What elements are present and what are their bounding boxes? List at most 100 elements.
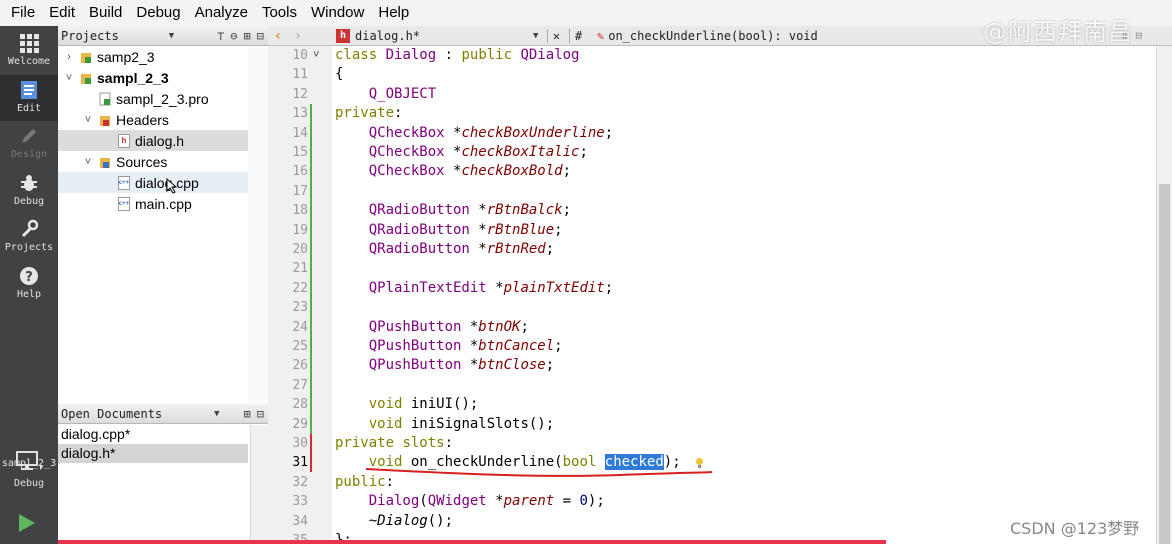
- code-line[interactable]: QCheckBox *checkBoxBold;: [335, 162, 571, 181]
- tree-item[interactable]: c++dialog.cpp: [58, 172, 268, 193]
- line-number: 16: [292, 164, 308, 180]
- code-line[interactable]: private slots:: [335, 434, 453, 453]
- mode-edit[interactable]: Edit: [0, 74, 58, 121]
- close-document-icon[interactable]: ✕: [547, 28, 565, 43]
- change-marker-current: [310, 434, 312, 472]
- back-arrow-icon[interactable]: ‹: [268, 28, 288, 44]
- open-documents-scrollbar[interactable]: [250, 425, 268, 544]
- kit-build-label: Debug: [13, 478, 45, 489]
- help-icon: ?: [19, 265, 39, 287]
- line-number: 27: [292, 377, 308, 393]
- tree-item[interactable]: ˅ Sources: [58, 151, 268, 172]
- symbol-selector[interactable]: on_checkUnderline(bool): void: [608, 29, 818, 43]
- code-line[interactable]: QRadioButton *rBtnBlue;: [335, 221, 563, 240]
- header-file-icon: h: [118, 133, 130, 148]
- line-number: 28: [292, 397, 308, 413]
- mode-debug[interactable]: Debug: [0, 168, 58, 214]
- close-panel-icon[interactable]: ⊟: [257, 407, 264, 421]
- code-line[interactable]: QRadioButton *rBtnBalck;: [335, 201, 571, 220]
- code-line[interactable]: {: [335, 65, 343, 84]
- red-underline-annotation: [365, 468, 713, 477]
- expand-arrow-icon[interactable]: ˅: [62, 72, 76, 84]
- projects-panel-header: Projects ▼ ⊤ ⊖ ⊞ ⊟: [58, 26, 268, 46]
- mode-welcome[interactable]: Welcome: [0, 28, 58, 74]
- open-documents-list: dialog.cpp* dialog.h*: [58, 425, 268, 544]
- line-number: 15: [292, 145, 308, 160]
- menu-file[interactable]: File: [4, 0, 42, 26]
- wrench-icon: [19, 218, 39, 240]
- document-icon: [19, 79, 39, 101]
- tree-item[interactable]: sampl_2_3.pro: [58, 88, 268, 109]
- forward-arrow-icon[interactable]: ›: [288, 28, 308, 44]
- mode-label: Help: [16, 288, 42, 300]
- code-line[interactable]: void iniSignalSlots();: [335, 415, 554, 434]
- tree-item[interactable]: c++ main.cpp: [58, 193, 268, 214]
- code-line[interactable]: QPushButton *btnClose;: [335, 356, 554, 375]
- mode-label: Edit: [16, 102, 42, 114]
- menu-tools[interactable]: Tools: [255, 0, 304, 26]
- line-number: 34: [292, 513, 308, 529]
- line-number: 21: [292, 261, 308, 277]
- code-line[interactable]: QRadioButton *rBtnRed;: [335, 240, 554, 259]
- code-line[interactable]: void iniUI();: [335, 395, 479, 414]
- tree-item-label: samp2_3: [97, 48, 155, 65]
- menu-help[interactable]: Help: [371, 0, 416, 26]
- file-tab[interactable]: dialog.h*: [355, 29, 533, 43]
- expand-arrow-icon[interactable]: ˅: [81, 114, 95, 126]
- mode-bar: sampl_2_3 Debug Welcome Edit Design Debu…: [0, 26, 58, 544]
- code-line[interactable]: Dialog(QWidget *parent = 0);: [335, 492, 605, 511]
- menu-debug[interactable]: Debug: [129, 0, 187, 26]
- code-line[interactable]: private:: [335, 104, 402, 123]
- line-number: 12: [292, 86, 308, 102]
- open-documents-title[interactable]: Open Documents: [61, 407, 162, 421]
- menu-window[interactable]: Window: [304, 0, 371, 26]
- code-line[interactable]: QCheckBox *checkBoxUnderline;: [335, 124, 613, 143]
- code-line[interactable]: QPlainTextEdit *plainTxtEdit;: [335, 279, 613, 298]
- split-icon[interactable]: ⊞: [244, 407, 251, 421]
- folder-icon: [99, 113, 111, 127]
- menu-edit[interactable]: Edit: [42, 0, 82, 26]
- dropdown-arrow-icon[interactable]: ▼: [169, 31, 174, 41]
- monitor-icon[interactable]: [15, 450, 43, 472]
- mode-projects[interactable]: Projects: [0, 214, 58, 260]
- tree-scroll-area: [248, 46, 268, 404]
- watermark-top: @阿西拜南昌: [983, 18, 1133, 46]
- line-number: 18: [292, 203, 308, 219]
- editor-scroll-thumb[interactable]: [1159, 184, 1170, 544]
- mode-label: Debug: [13, 195, 45, 207]
- open-document-item[interactable]: dialog.cpp*: [58, 425, 248, 444]
- bug-icon: [19, 172, 39, 194]
- tree-item[interactable]: ˅ Headers: [58, 109, 268, 130]
- line-number: 33: [292, 494, 308, 510]
- tree-item[interactable]: ˅ sampl_2_3: [58, 67, 268, 88]
- tree-item[interactable]: › samp2_3: [58, 46, 268, 67]
- editor-scrollbar[interactable]: [1156, 46, 1172, 544]
- code-line[interactable]: Q_OBJECT: [335, 85, 436, 104]
- hash-label: #: [569, 28, 587, 43]
- menu-build[interactable]: Build: [82, 0, 129, 26]
- close-panel-icon[interactable]: ⊟: [257, 29, 264, 43]
- dropdown-arrow-icon[interactable]: ▼: [214, 409, 219, 419]
- code-line[interactable]: QPushButton *btnOK;: [335, 318, 529, 337]
- mode-design[interactable]: Design: [0, 121, 58, 167]
- expand-arrow-icon[interactable]: ˅: [81, 156, 95, 168]
- projects-panel-title[interactable]: Projects: [61, 29, 119, 43]
- filter-icon[interactable]: ⊤: [217, 29, 224, 43]
- open-document-item[interactable]: dialog.h*: [58, 444, 248, 463]
- code-line[interactable]: ~Dialog();: [335, 512, 453, 531]
- line-number: 25: [292, 339, 308, 354]
- code-line[interactable]: QPushButton *btnCancel;: [335, 337, 563, 356]
- fold-toggle-icon[interactable]: ˅: [313, 49, 319, 61]
- tree-item[interactable]: h dialog.h: [58, 130, 268, 151]
- link-icon[interactable]: ⊖: [230, 29, 237, 43]
- dropdown-arrow-icon[interactable]: ▼: [533, 31, 547, 41]
- line-number: 10: [292, 48, 308, 63]
- run-icon[interactable]: [16, 512, 38, 537]
- split-icon[interactable]: ⊞: [244, 29, 251, 43]
- expand-arrow-icon[interactable]: ›: [62, 51, 76, 63]
- code-line[interactable]: QCheckBox *checkBoxItalic;: [335, 143, 588, 162]
- code-line[interactable]: class Dialog : public QDialog: [335, 46, 580, 65]
- mode-label: Design: [10, 149, 48, 160]
- mode-help[interactable]: ? Help: [0, 261, 58, 307]
- menu-analyze[interactable]: Analyze: [188, 0, 255, 26]
